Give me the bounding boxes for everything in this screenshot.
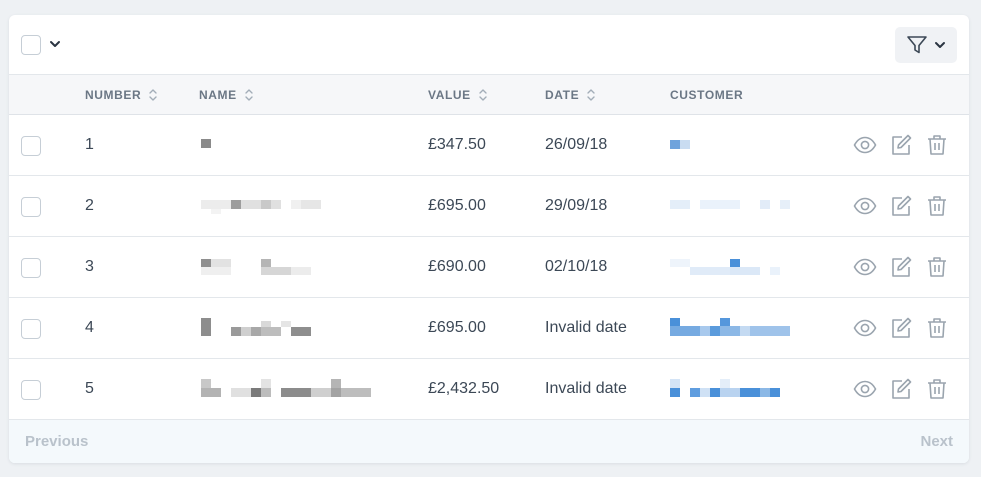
trash-icon[interactable]	[925, 377, 949, 401]
row-checkbox[interactable]	[21, 319, 41, 339]
cell-value: £347.50	[428, 136, 486, 153]
edit-icon[interactable]	[889, 255, 913, 279]
chevron-down-icon[interactable]	[48, 37, 62, 51]
cell-date: Invalid date	[545, 380, 627, 397]
row-checkbox[interactable]	[21, 258, 41, 278]
table-row[interactable]: 1 £347.50 26/09/18	[9, 115, 969, 176]
row-actions	[853, 316, 949, 340]
eye-icon[interactable]	[853, 377, 877, 401]
column-header-name[interactable]: NAME	[199, 88, 254, 102]
customer-redacted	[670, 135, 694, 155]
column-header-number[interactable]: NUMBER	[85, 88, 158, 102]
row-checkbox[interactable]	[21, 380, 41, 400]
table-row[interactable]: 3 £690.00 02/10/18	[9, 237, 969, 298]
chevron-down-icon	[935, 42, 945, 48]
cell-date: 29/09/18	[545, 197, 608, 214]
name-redacted	[201, 379, 373, 399]
trash-icon[interactable]	[925, 194, 949, 218]
name-redacted	[201, 196, 323, 216]
cell-value: £695.00	[428, 319, 486, 336]
name-redacted	[201, 257, 313, 277]
customer-redacted	[670, 196, 794, 216]
table-header: NUMBER NAME VALUE DATE CUSTOMER	[9, 75, 969, 115]
eye-icon[interactable]	[853, 316, 877, 340]
cell-value: £695.00	[428, 197, 486, 214]
previous-page-button[interactable]: Previous	[25, 433, 88, 450]
select-all-checkbox[interactable]	[21, 35, 41, 55]
trash-icon[interactable]	[925, 316, 949, 340]
trash-icon[interactable]	[925, 255, 949, 279]
table-toolbar	[9, 15, 969, 75]
edit-icon[interactable]	[889, 194, 913, 218]
filter-icon	[907, 36, 927, 54]
column-header-value[interactable]: VALUE	[428, 88, 488, 102]
column-header-label: NUMBER	[85, 88, 142, 102]
column-header-date[interactable]: DATE	[545, 88, 596, 102]
filter-button[interactable]	[895, 27, 957, 63]
name-redacted	[201, 318, 313, 338]
cell-value: £2,432.50	[428, 380, 500, 397]
row-actions	[853, 255, 949, 279]
row-checkbox[interactable]	[21, 136, 41, 156]
pagination: Previous Next	[9, 420, 969, 463]
invoices-table-card: NUMBER NAME VALUE DATE CUSTOMER 1 £347.5…	[9, 15, 969, 463]
cell-date: Invalid date	[545, 319, 627, 336]
column-header-customer: CUSTOMER	[670, 88, 743, 102]
row-actions	[853, 377, 949, 401]
row-actions	[853, 194, 949, 218]
column-header-label: NAME	[199, 88, 237, 102]
column-header-label: VALUE	[428, 88, 471, 102]
customer-redacted	[670, 318, 794, 338]
sort-icon[interactable]	[244, 88, 254, 102]
column-header-label: DATE	[545, 88, 580, 102]
name-redacted	[201, 135, 213, 155]
column-header-label: CUSTOMER	[670, 88, 744, 102]
cell-number: 4	[85, 319, 94, 336]
edit-icon[interactable]	[889, 377, 913, 401]
sort-icon[interactable]	[148, 88, 158, 102]
row-actions	[853, 133, 949, 157]
next-page-button[interactable]: Next	[920, 433, 953, 450]
table-row[interactable]: 5 £2,432.50 Invalid date	[9, 359, 969, 420]
cell-date: 26/09/18	[545, 136, 608, 153]
trash-icon[interactable]	[925, 133, 949, 157]
row-checkbox[interactable]	[21, 197, 41, 217]
eye-icon[interactable]	[853, 255, 877, 279]
table-row[interactable]: 2 £695.00 29/09/18	[9, 176, 969, 237]
cell-number: 5	[85, 380, 94, 397]
eye-icon[interactable]	[853, 133, 877, 157]
cell-number: 2	[85, 197, 94, 214]
cell-number: 3	[85, 258, 94, 275]
sort-icon[interactable]	[586, 88, 596, 102]
table-row[interactable]: 4 £695.00 Invalid date	[9, 298, 969, 359]
cell-value: £690.00	[428, 258, 486, 275]
cell-date: 02/10/18	[545, 258, 608, 275]
customer-redacted	[670, 257, 794, 277]
customer-redacted	[670, 379, 794, 399]
edit-icon[interactable]	[889, 316, 913, 340]
edit-icon[interactable]	[889, 133, 913, 157]
sort-icon[interactable]	[478, 88, 488, 102]
eye-icon[interactable]	[853, 194, 877, 218]
cell-number: 1	[85, 136, 94, 153]
